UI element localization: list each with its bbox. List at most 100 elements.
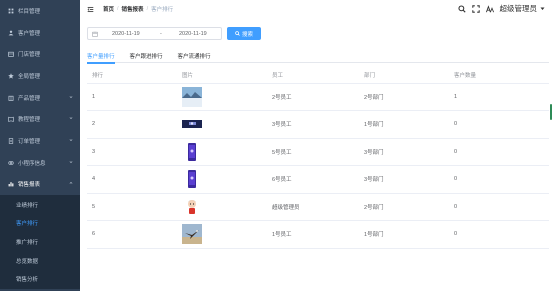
chevron-down-icon: [69, 160, 73, 164]
sidebar-item-column-mgmt[interactable]: 栏目管理: [0, 0, 80, 22]
cell-dept: 1号部门: [359, 220, 449, 249]
table-row: 5 超级管理员 2号部门 0: [87, 193, 549, 221]
range-separator: -: [160, 30, 162, 37]
cell-image: [177, 110, 267, 139]
table-row: 2 3号员工 1号部门 0: [87, 110, 549, 139]
sidebar-item-label: 销售报表: [18, 182, 41, 189]
table-row: 3 5号员工 3号部门 0: [87, 138, 549, 166]
cell-dept: 2号部门: [359, 83, 449, 111]
tab-customer-followup[interactable]: 客户跟进排行: [130, 49, 163, 63]
sidebar-menu: 栏目管理 客户管理 门店管理 全局管理 产品管理 教程管理 订单管理 小程序信息…: [0, 0, 80, 195]
user-menu[interactable]: 超级管理员: [500, 3, 538, 14]
sidebar-item-customer-mgmt[interactable]: 客户管理: [0, 22, 80, 44]
cell-rank: 4: [87, 165, 177, 194]
cell-rank: 1: [87, 83, 177, 111]
breadcrumb-section[interactable]: 销售报表: [122, 5, 144, 13]
column-header-count[interactable]: 客户数量: [449, 68, 549, 84]
date-range-picker[interactable]: 2020-11-19 - 2020-11-19: [87, 27, 222, 40]
cell-dept: 2号部门: [359, 193, 449, 221]
cell-dept: 3号部门: [359, 165, 449, 194]
scrollbar-thumb[interactable]: [550, 104, 552, 120]
cell-count: 1: [449, 83, 549, 111]
calendar-icon: [92, 31, 98, 37]
cell-staff: 3号员工: [267, 110, 359, 139]
search-icon[interactable]: [457, 4, 467, 14]
sidebar-item-label: 订单管理: [18, 138, 41, 145]
hamburger-icon[interactable]: [87, 6, 94, 13]
search-button-label: 搜索: [241, 31, 253, 38]
chevron-down-icon: [69, 95, 73, 99]
night-skyline-photo[interactable]: [182, 114, 202, 134]
winter-landscape-photo[interactable]: [182, 86, 202, 107]
grid-icon: [7, 7, 14, 14]
cell-image: [177, 193, 267, 221]
submenu-item-promotion-rank[interactable]: 推广排行: [0, 233, 80, 252]
top-navbar: 首页 / 销售报表 / 客户排行 超级管理员: [80, 0, 553, 18]
cell-image: [177, 165, 267, 194]
sidebar-item-label: 门店管理: [18, 52, 41, 59]
cell-staff: 1号员工: [267, 220, 359, 249]
cell-count: 0: [449, 165, 549, 194]
sidebar-item-label: 栏目管理: [18, 8, 41, 15]
sidebar-item-label: 产品管理: [18, 95, 41, 102]
cartoon-avatar-photo[interactable]: [182, 196, 202, 217]
order-icon: [7, 137, 14, 144]
purple-phone-photo[interactable]: [182, 169, 202, 189]
cell-rank: 5: [87, 193, 177, 221]
cell-count: 0: [449, 138, 549, 166]
sidebar-item-global-mgmt[interactable]: 全局管理: [0, 65, 80, 87]
tab-customer-circulation[interactable]: 客户流通排行: [178, 49, 211, 63]
column-header-dept[interactable]: 部门: [359, 68, 449, 84]
column-header-image[interactable]: 图片: [177, 68, 267, 84]
miniapp-icon: [7, 159, 14, 166]
breadcrumb-home[interactable]: 首页: [103, 5, 114, 13]
end-date-input[interactable]: 2020-11-19: [179, 31, 207, 37]
cell-image: [177, 138, 267, 166]
sidebar-item-label: 客户管理: [18, 30, 41, 37]
cell-count: 0: [449, 193, 549, 221]
search-button[interactable]: 搜索: [227, 27, 261, 40]
main-content: 首页 / 销售报表 / 客户排行 超级管理员 2020-11-19 - 2020…: [80, 0, 553, 291]
cell-staff: 5号员工: [267, 138, 359, 166]
column-header-staff[interactable]: 员工: [267, 68, 359, 84]
cell-dept: 3号部门: [359, 138, 449, 166]
submenu-item-overview-data[interactable]: 总览数据: [0, 251, 80, 270]
submenu-item-sales-analysis[interactable]: 销售分析: [0, 270, 80, 289]
breadcrumb-separator: /: [146, 6, 149, 12]
book-icon: [7, 116, 14, 123]
caret-down-icon[interactable]: [540, 6, 545, 11]
sidebar-item-sales-report[interactable]: 销售报表: [0, 174, 80, 196]
cell-dept: 1号部门: [359, 110, 449, 139]
cell-count: 0: [449, 110, 549, 139]
sidebar-item-miniapp-info[interactable]: 小程序信息: [0, 152, 80, 174]
cell-rank: 3: [87, 138, 177, 166]
fullscreen-icon[interactable]: [471, 4, 481, 14]
breadcrumb-current: 客户排行: [151, 7, 174, 13]
tab-customer-volume[interactable]: 客户量排行: [87, 49, 115, 64]
star-icon: [7, 72, 14, 79]
table-row: 6 1号员工 1号部门 0: [87, 220, 549, 249]
sidebar-item-store-mgmt[interactable]: 门店管理: [0, 43, 80, 65]
sidebar-item-order-mgmt[interactable]: 订单管理: [0, 130, 80, 152]
table-row: 4 6号员工 3号部门 0: [87, 165, 549, 194]
font-size-icon[interactable]: [485, 4, 495, 14]
purple-phone-photo[interactable]: [182, 142, 202, 162]
eagle-flight-photo[interactable]: [182, 224, 202, 245]
sidebar-item-tutorial-mgmt[interactable]: 教程管理: [0, 108, 80, 130]
cell-staff: 6号员工: [267, 165, 359, 194]
cell-staff: 超级管理员: [267, 193, 359, 221]
sidebar-item-product-mgmt[interactable]: 产品管理: [0, 87, 80, 109]
user-icon: [7, 29, 14, 36]
sidebar-item-label: 小程序信息: [18, 160, 46, 167]
submenu-item-performance-rank[interactable]: 业绩排行: [0, 195, 80, 214]
start-date-input[interactable]: 2020-11-19: [112, 31, 160, 37]
submenu-item-customer-rank[interactable]: 客户排行: [0, 214, 80, 233]
cell-count: 0: [449, 220, 549, 249]
cell-image: [177, 83, 267, 111]
sidebar-item-label: 全局管理: [18, 73, 41, 80]
breadcrumb-separator: /: [117, 6, 119, 12]
navbar-right: 超级管理员: [457, 3, 546, 14]
cell-staff: 2号员工: [267, 83, 359, 111]
column-header-rank[interactable]: 排行: [87, 68, 177, 84]
box-icon: [7, 94, 14, 101]
